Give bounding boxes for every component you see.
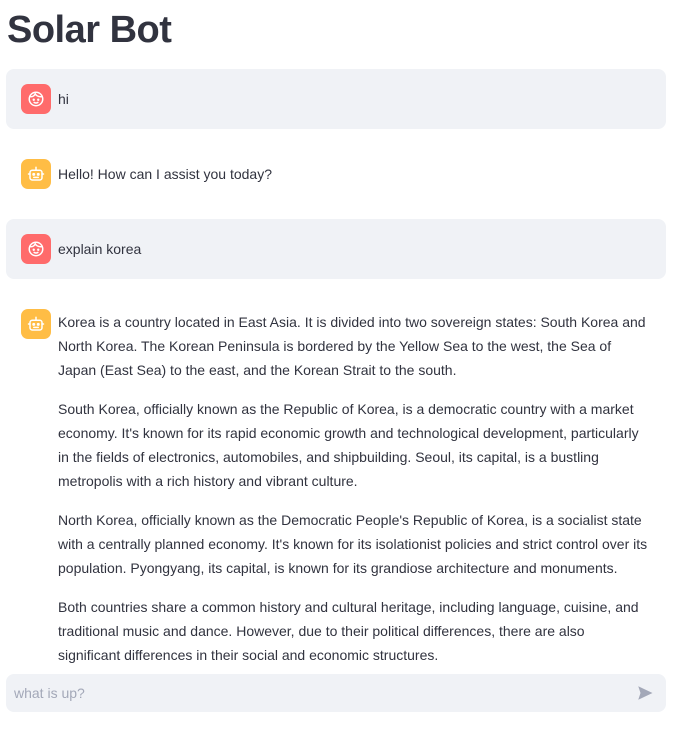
chat-message-user: explain korea [6,219,666,279]
assistant-avatar [21,159,51,189]
page-title: Solar Bot [7,9,172,51]
chat-history: hi Hello! How can I assist you today? ex… [6,69,666,667]
chat-message-assistant: Hello! How can I assist you today? [6,144,666,204]
robot-icon [27,316,45,331]
message-paragraph: Both countries share a common history an… [58,599,639,663]
message-paragraph: Hello! How can I assist you today? [58,166,272,182]
message-paragraph: explain korea [58,241,142,257]
user-avatar [21,234,51,264]
chat-input[interactable] [14,674,614,712]
message-content: Korea is a country located in East Asia.… [58,294,650,667]
send-icon [638,686,653,700]
chat-message-assistant: Korea is a country located in East Asia.… [6,294,666,667]
message-paragraph: Korea is a country located in East Asia.… [58,314,646,378]
send-button[interactable] [634,682,656,704]
chat-message-user: hi [6,69,666,129]
message-content: Hello! How can I assist you today? [58,144,650,186]
app-root: Solar Bot hi Hello! How can I assist you… [0,0,683,748]
chat-input-bar [6,674,666,712]
message-content: explain korea [58,219,650,261]
message-paragraph: North Korea, officially known as the Dem… [58,512,648,576]
face-icon [28,241,44,257]
user-avatar [21,84,51,114]
message-paragraph: hi [58,91,69,107]
robot-icon [27,166,45,181]
message-content: hi [58,69,650,111]
face-icon [28,91,44,107]
message-paragraph: South Korea, officially known as the Rep… [58,401,639,489]
assistant-avatar [21,309,51,339]
